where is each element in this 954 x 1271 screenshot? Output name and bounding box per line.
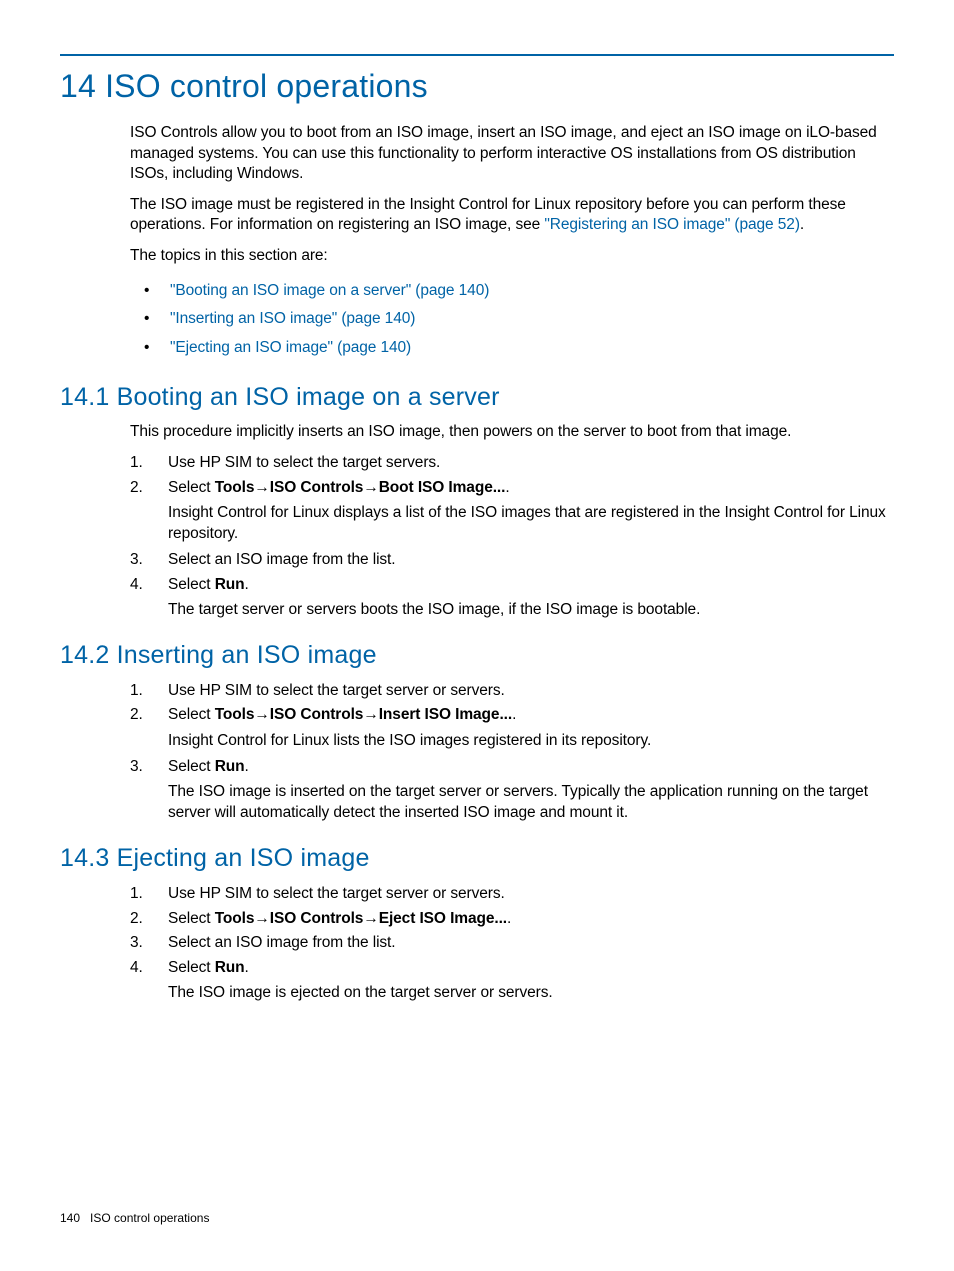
list-item: Select Tools→ISO Controls→Eject ISO Imag… — [130, 908, 894, 930]
intro-p1: ISO Controls allow you to boot from an I… — [130, 123, 894, 185]
step-text: Select — [168, 576, 215, 593]
menu-iso-controls: ISO Controls — [270, 910, 364, 927]
list-item: "Booting an ISO image on a server" (page… — [144, 277, 894, 306]
inserting-steps: Use HP SIM to select the target server o… — [130, 680, 894, 824]
section-title-inserting: 14.2 Inserting an ISO image — [60, 641, 894, 670]
step-text: Select — [168, 910, 215, 927]
step-subtext: The ISO image is inserted on the target … — [168, 782, 894, 824]
step-text: Use HP SIM to select the target server o… — [168, 682, 505, 699]
step-text: Select an ISO image from the list. — [168, 551, 395, 568]
topic-link-booting[interactable]: "Booting an ISO image on a server" (page… — [170, 282, 489, 299]
section-title-ejecting: 14.3 Ejecting an ISO image — [60, 844, 894, 873]
step-text: Select — [168, 706, 215, 723]
register-iso-link[interactable]: "Registering an ISO image" (page 52) — [544, 216, 800, 233]
menu-tools: Tools — [215, 910, 255, 927]
ejecting-steps: Use HP SIM to select the target server o… — [130, 883, 894, 1004]
list-item: "Ejecting an ISO image" (page 140) — [144, 334, 894, 363]
step-text: Select — [168, 479, 215, 496]
step-subtext: The target server or servers boots the I… — [168, 600, 894, 621]
step-text: . — [245, 959, 249, 976]
list-item: Select Run. The ISO image is inserted on… — [130, 756, 894, 824]
page-footer: 140 ISO control operations — [60, 1211, 209, 1225]
list-item: Select Run. The target server or servers… — [130, 574, 894, 621]
section-body-ejecting: Use HP SIM to select the target server o… — [130, 883, 894, 1004]
list-item: Select an ISO image from the list. — [130, 549, 894, 571]
menu-iso-controls: ISO Controls — [270, 706, 364, 723]
menu-tools: Tools — [215, 479, 255, 496]
intro-block: ISO Controls allow you to boot from an I… — [130, 123, 894, 363]
list-item: Select an ISO image from the list. — [130, 932, 894, 954]
step-text: Select an ISO image from the list. — [168, 934, 395, 951]
step-subtext: Insight Control for Linux lists the ISO … — [168, 731, 894, 752]
topic-link-inserting[interactable]: "Inserting an ISO image" (page 140) — [170, 310, 415, 327]
list-item: Select Run. The ISO image is ejected on … — [130, 957, 894, 1004]
step-text: . — [512, 706, 516, 723]
footer-title: ISO control operations — [90, 1211, 209, 1225]
topics-label: The topics in this section are: — [130, 246, 894, 267]
intro-p2-text-b: . — [800, 216, 804, 233]
page-number: 140 — [60, 1211, 80, 1225]
list-item: "Inserting an ISO image" (page 140) — [144, 305, 894, 334]
top-rule — [60, 54, 894, 56]
step-text: . — [507, 910, 511, 927]
menu-eject-iso: Eject ISO Image... — [379, 910, 507, 927]
step-text: . — [505, 479, 509, 496]
step-text: Select — [168, 758, 215, 775]
section-body-booting: This procedure implicitly inserts an ISO… — [130, 422, 894, 621]
step-text: . — [245, 576, 249, 593]
step-subtext: The ISO image is ejected on the target s… — [168, 983, 894, 1004]
menu-iso-controls: ISO Controls — [270, 479, 364, 496]
run-label: Run — [215, 758, 245, 775]
page-content: 14 ISO control operations ISO Controls a… — [0, 0, 954, 1004]
list-item: Select Tools→ISO Controls→Boot ISO Image… — [130, 477, 894, 545]
menu-boot-iso: Boot ISO Image... — [379, 479, 506, 496]
topic-link-ejecting[interactable]: "Ejecting an ISO image" (page 140) — [170, 339, 411, 356]
step-subtext: Insight Control for Linux displays a lis… — [168, 503, 894, 545]
chapter-title: 14 ISO control operations — [60, 68, 894, 105]
booting-steps: Use HP SIM to select the target servers.… — [130, 452, 894, 621]
menu-tools: Tools — [215, 706, 255, 723]
list-item: Use HP SIM to select the target servers. — [130, 452, 894, 474]
list-item: Select Tools→ISO Controls→Insert ISO Ima… — [130, 704, 894, 751]
booting-intro: This procedure implicitly inserts an ISO… — [130, 422, 894, 443]
step-text: Use HP SIM to select the target server o… — [168, 885, 505, 902]
section-title-booting: 14.1 Booting an ISO image on a server — [60, 383, 894, 412]
topics-list: "Booting an ISO image on a server" (page… — [144, 277, 894, 363]
step-text: Use HP SIM to select the target servers. — [168, 454, 440, 471]
list-item: Use HP SIM to select the target server o… — [130, 883, 894, 905]
step-text: . — [245, 758, 249, 775]
step-text: Select — [168, 959, 215, 976]
section-body-inserting: Use HP SIM to select the target server o… — [130, 680, 894, 824]
run-label: Run — [215, 959, 245, 976]
run-label: Run — [215, 576, 245, 593]
menu-insert-iso: Insert ISO Image... — [379, 706, 512, 723]
intro-p2: The ISO image must be registered in the … — [130, 195, 894, 236]
list-item: Use HP SIM to select the target server o… — [130, 680, 894, 702]
